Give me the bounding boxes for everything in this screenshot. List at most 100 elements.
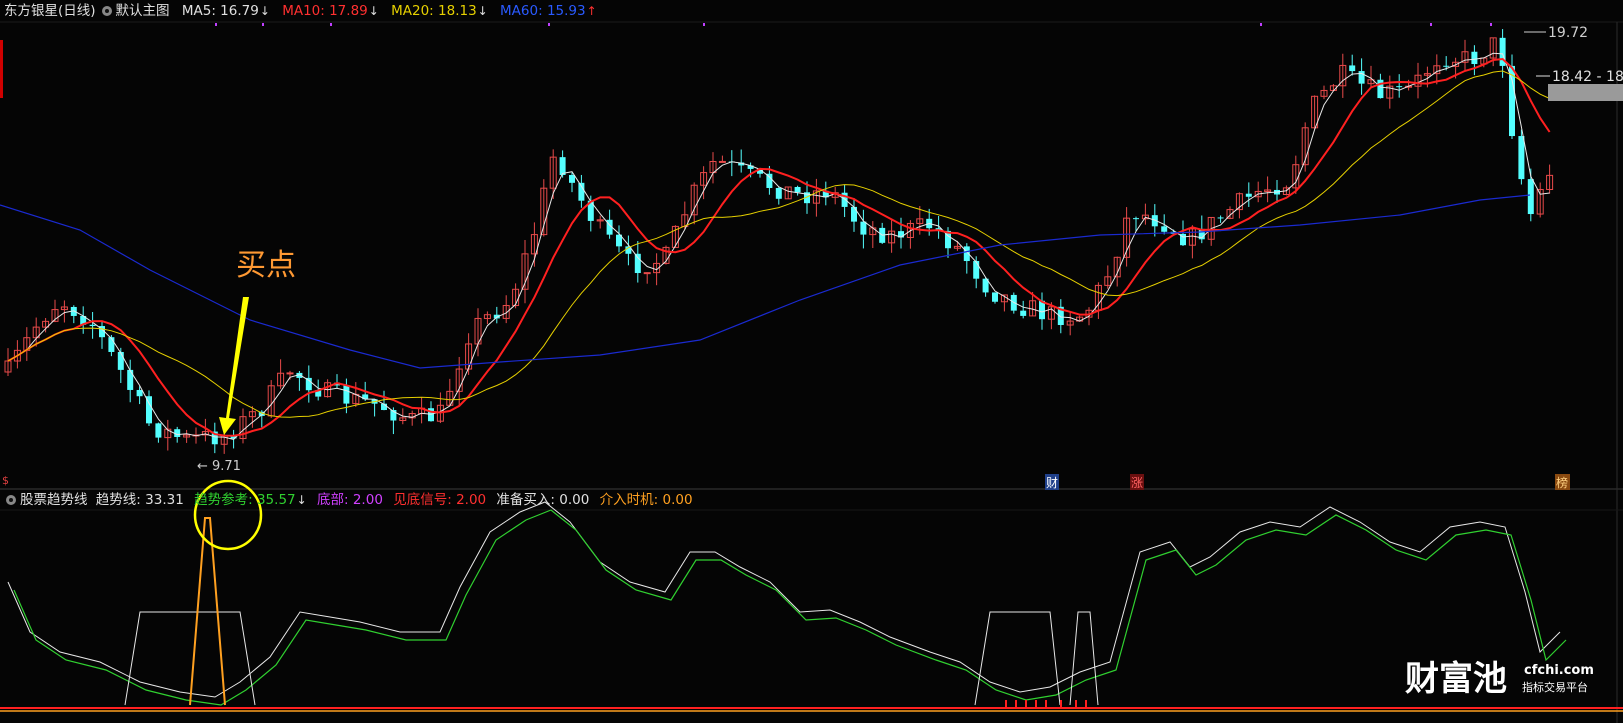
- bottom-signal-bracket: [1069, 611, 1099, 706]
- candle-body: [117, 351, 124, 370]
- top-dot: [1490, 23, 1492, 26]
- candle-body: [155, 423, 162, 438]
- settings-gear-icon[interactable]: [101, 6, 112, 16]
- trend-label: 趋势线:: [95, 492, 141, 508]
- signal-bar: [1045, 700, 1047, 708]
- buy-arrow: [219, 297, 249, 435]
- high-price-label: 19.72: [1548, 25, 1588, 41]
- left-dollar-mark: $: [2, 474, 9, 487]
- indicator-settings-icon[interactable]: [6, 495, 16, 505]
- candle-body: [643, 272, 651, 275]
- current-price-box: [1548, 84, 1623, 101]
- candle-body: [718, 160, 726, 163]
- event-marker-cai[interactable]: 财: [1045, 474, 1059, 490]
- candle-body: [136, 389, 143, 397]
- bottom-value: 2.00: [352, 492, 383, 508]
- watermark-domain: cfchi.com: [1524, 663, 1594, 678]
- candle-body: [108, 337, 115, 352]
- ma10-direction: ↓: [368, 4, 379, 18]
- chart-stage[interactable]: 买点 19.72 9.71 ← 财 涨 榜 $ 财富池 cfchi.com 指标…: [0, 0, 1623, 723]
- zhang-marker-text: 涨: [1131, 475, 1143, 490]
- ma5-direction: ↓: [259, 4, 270, 18]
- candle-body: [127, 369, 134, 390]
- candle-body: [851, 206, 857, 222]
- ma20-direction: ↓: [477, 4, 488, 18]
- watermark: 财富池 cfchi.com 指标交易平台: [1405, 659, 1594, 699]
- candle-body: [89, 324, 96, 327]
- ma20-value: 18.13: [438, 3, 477, 19]
- top-dot-markers: [215, 23, 1492, 26]
- event-marker-bang[interactable]: 榜: [1555, 474, 1570, 490]
- candle-body: [634, 253, 641, 274]
- candle-body: [1527, 179, 1534, 215]
- watermark-tagline: 指标交易平台: [1522, 680, 1588, 694]
- top-dot: [1260, 23, 1262, 26]
- bottom-signal-bracket: [124, 611, 256, 706]
- ma5-line: [7, 52, 1550, 440]
- candle-body: [992, 292, 998, 302]
- event-marker-zhang[interactable]: 涨: [1130, 474, 1144, 490]
- candle-body: [794, 186, 801, 193]
- signal-bar: [1015, 700, 1017, 708]
- prepare-buy-value: 0.00: [559, 492, 590, 508]
- cai-marker-text: 财: [1046, 476, 1058, 490]
- bottom-label: 底部:: [316, 492, 349, 508]
- trend-ref-value: 35.57: [256, 492, 296, 508]
- buy-point-label: 买点: [236, 248, 296, 283]
- stock-title[interactable]: 东方银星(日线): [4, 0, 96, 22]
- candle-body: [1443, 65, 1450, 67]
- candle-body: [973, 261, 980, 279]
- candle-body: [860, 221, 867, 235]
- entry-time-label: 介入时机:: [599, 492, 659, 508]
- top-dot: [1430, 23, 1432, 26]
- candle-body: [559, 157, 566, 176]
- ma5-value: 16.79: [220, 3, 259, 19]
- candle-body: [775, 187, 782, 199]
- left-red-indicator: [0, 40, 3, 98]
- signal-bar: [1005, 700, 1007, 708]
- trend-indicator-pane: [0, 501, 1623, 712]
- low-price-label: 9.71: [212, 459, 241, 474]
- ma5-label: MA5:: [181, 3, 216, 19]
- candle-body: [1217, 217, 1224, 219]
- main-chart-header: 东方银星(日线) 默认主图 MA5: 16.79↓ MA10: 17.89↓ MA…: [0, 0, 597, 22]
- top-dot: [548, 23, 550, 26]
- ma60-line: [0, 194, 1531, 369]
- template-name[interactable]: 默认主图: [116, 0, 170, 22]
- candle-body: [1245, 193, 1252, 197]
- chart-canvas[interactable]: 买点 19.72 9.71 ← 财 涨 榜 $ 财富池 cfchi.com 指标…: [0, 0, 1623, 723]
- top-dot: [262, 23, 264, 26]
- indicator-name[interactable]: 股票趋势线: [20, 489, 88, 511]
- top-dot: [703, 23, 705, 26]
- ma60-value: 15.93: [546, 3, 586, 19]
- ma20-label: MA20:: [391, 3, 434, 19]
- watermark-brand: 财富池: [1405, 659, 1507, 699]
- candle-body: [1133, 218, 1139, 220]
- candle-body: [1349, 65, 1356, 72]
- entry-time-value: 0.00: [662, 492, 693, 508]
- trend-ref-direction: ↓: [296, 493, 307, 507]
- ma20-line: [7, 70, 1550, 418]
- trend-ref-label: 趋势参考:: [194, 492, 253, 508]
- signal-bar: [1025, 700, 1027, 708]
- candlestick-series: [4, 29, 1554, 454]
- candle-body: [286, 372, 294, 375]
- candle-body: [1471, 51, 1478, 65]
- candle-body: [343, 385, 350, 404]
- trend-line: [7, 501, 1561, 698]
- signal-bar: [1075, 700, 1077, 708]
- bang-marker-text: 榜: [1556, 475, 1568, 490]
- ma10-label: MA10:: [282, 3, 325, 19]
- candle-body: [1161, 226, 1168, 232]
- candle-body: [766, 173, 773, 188]
- candle-body: [569, 175, 575, 183]
- prepare-buy-label: 准备买入:: [496, 492, 555, 508]
- candle-body: [1518, 136, 1525, 180]
- chart-frame: [0, 21, 1623, 723]
- signal-bar: [1060, 700, 1062, 708]
- candle-body: [1020, 310, 1027, 316]
- ma60-label: MA60:: [500, 3, 543, 19]
- bottom-signal-value: 2.00: [456, 492, 487, 508]
- indicator-header: 股票趋势线 趋势线: 33.31 趋势参考: 35.57↓ 底部: 2.00 见…: [0, 489, 693, 511]
- trend-value: 33.31: [145, 492, 184, 508]
